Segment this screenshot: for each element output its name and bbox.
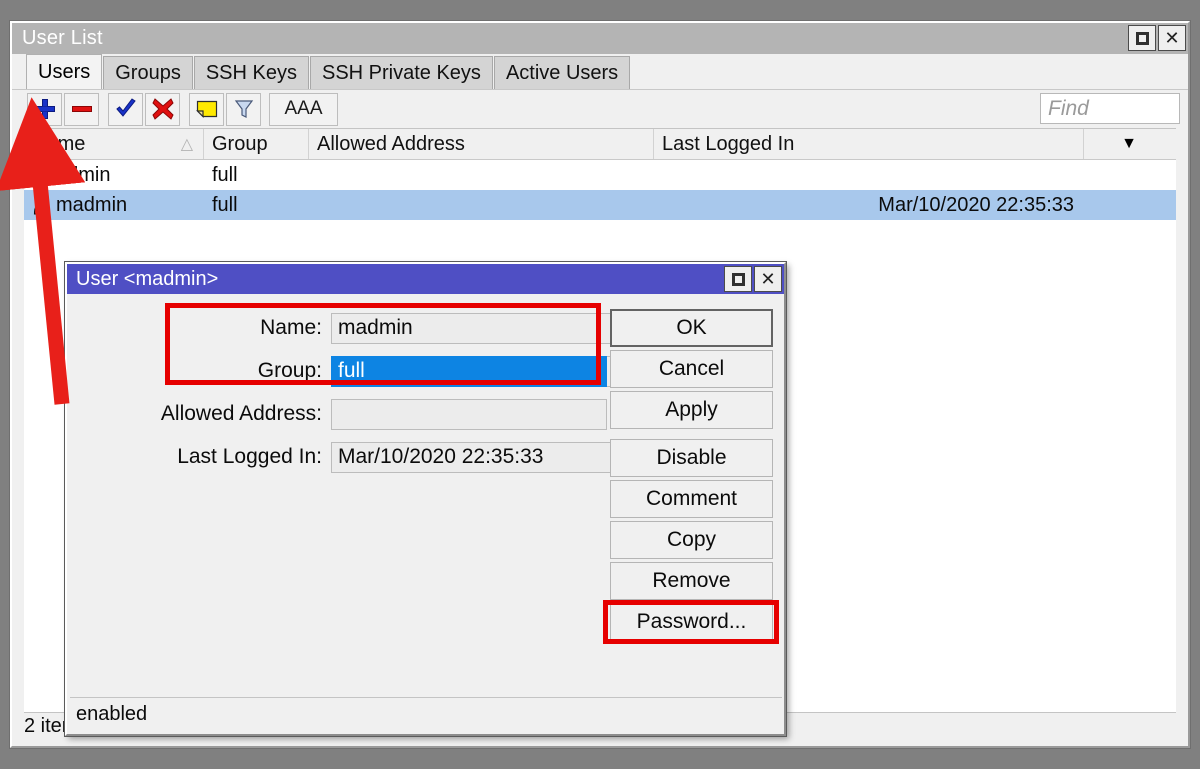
tab-label: Active Users [505,61,619,84]
window-titlebar: User List ✕ [12,23,1188,54]
apply-button[interactable]: Apply [610,391,773,429]
group-label: Group: [257,359,322,382]
cell-spacer [1084,190,1174,220]
tab-groups[interactable]: Groups [103,56,193,89]
remove-button[interactable] [64,92,99,126]
cell-allowed-address [309,160,654,190]
table-row[interactable]: madmin full Mar/10/2020 22:35:33 [24,190,1176,220]
name-field[interactable]: madmin [331,312,641,344]
dialog-status-text: enabled [76,703,148,725]
remove-button[interactable]: Remove [610,562,773,600]
allowed-address-label: Allowed Address: [160,402,322,425]
minus-icon [71,106,92,112]
check-icon [115,98,136,117]
ok-button[interactable]: OK [610,309,773,347]
cell-spacer [1084,160,1174,190]
column-label: Group [212,132,268,155]
column-label: Last Logged In [662,132,795,155]
tab-label: SSH Keys [205,61,297,84]
cross-icon [151,98,174,120]
dialog-window-controls: ✕ [724,266,782,292]
column-header-group[interactable]: Group [204,129,309,159]
last-logged-in-field: Mar/10/2020 22:35:33 [331,441,641,473]
maximize-icon[interactable] [1128,25,1156,51]
column-label: Allowed Address [317,132,465,155]
tab-bar: Users Groups SSH Keys SSH Private Keys A… [12,54,1188,89]
password-button[interactable]: Password... [610,603,773,641]
user-dialog: User <madmin> ✕ Name: madmin Group: full… [65,262,786,736]
disable-button[interactable] [145,92,180,126]
column-header-allowed-address[interactable]: Allowed Address [309,129,654,159]
cell-allowed-address [309,190,654,220]
search-placeholder: Find [1048,96,1089,120]
add-button[interactable] [27,92,62,126]
note-icon [195,100,217,118]
column-header-name[interactable]: Name △ [24,129,204,159]
funnel-icon [234,100,253,118]
tab-active-users[interactable]: Active Users [493,56,631,89]
close-icon[interactable]: ✕ [754,266,782,292]
disable-button[interactable]: Disable [610,439,773,477]
user-icon [32,164,49,186]
dialog-title: User <madmin> [76,267,219,290]
search-input[interactable]: Find [1040,93,1180,124]
cell-last-logged-in: Mar/10/2020 22:35:33 [878,193,1074,216]
window-title: User List [22,27,103,49]
close-icon[interactable]: ✕ [1158,25,1186,51]
table-row[interactable]: admin full [24,160,1176,190]
tab-ssh-private-keys[interactable]: SSH Private Keys [309,56,493,89]
table-header: Name △ Group Allowed Address Last Logged… [24,129,1176,160]
user-icon [32,194,49,216]
cell-group: full [212,193,238,216]
cancel-button[interactable]: Cancel [610,350,773,388]
comment-button[interactable]: Comment [610,480,773,518]
group-field[interactable]: full [331,355,607,387]
cell-name: admin [24,160,204,190]
cell-text: madmin [56,193,128,216]
toolbar: AAA Find [12,89,1188,128]
cell-group: full [212,163,238,186]
tab-label: Groups [115,61,181,84]
chevron-down-icon: ▼ [1121,135,1137,152]
cell-text: admin [56,163,111,186]
last-logged-in-label: Last Logged In: [177,445,322,468]
tab-ssh-keys[interactable]: SSH Keys [193,56,309,89]
plus-icon [34,99,55,119]
aaa-label: AAA [284,98,323,119]
cell-last-logged-in [654,160,1084,190]
tab-users[interactable]: Users [26,54,103,89]
maximize-icon[interactable] [724,266,752,292]
dialog-titlebar: User <madmin> ✕ [67,264,784,294]
aaa-button[interactable]: AAA [269,92,338,126]
cell-name: madmin [24,190,204,220]
filter-button[interactable] [226,92,261,126]
column-chooser-button[interactable]: ▼ [1084,129,1174,159]
dialog-status-bar: enabled [70,697,782,731]
dialog-button-column: OK Cancel Apply Disable Comment Copy Rem… [610,309,773,644]
dialog-body: Name: madmin Group: full Allowed Address… [67,294,784,734]
column-label: Name [32,132,86,155]
enable-button[interactable] [108,92,143,126]
column-header-last-logged-in[interactable]: Last Logged In [654,129,1084,159]
name-label: Name: [260,316,322,339]
window-controls: ✕ [1128,25,1186,51]
sort-ascending-icon: △ [180,136,193,153]
tab-label: SSH Private Keys [321,61,481,84]
tab-label: Users [38,60,91,83]
allowed-address-field[interactable] [331,398,607,430]
copy-button[interactable]: Copy [610,521,773,559]
comment-button[interactable] [189,92,224,126]
